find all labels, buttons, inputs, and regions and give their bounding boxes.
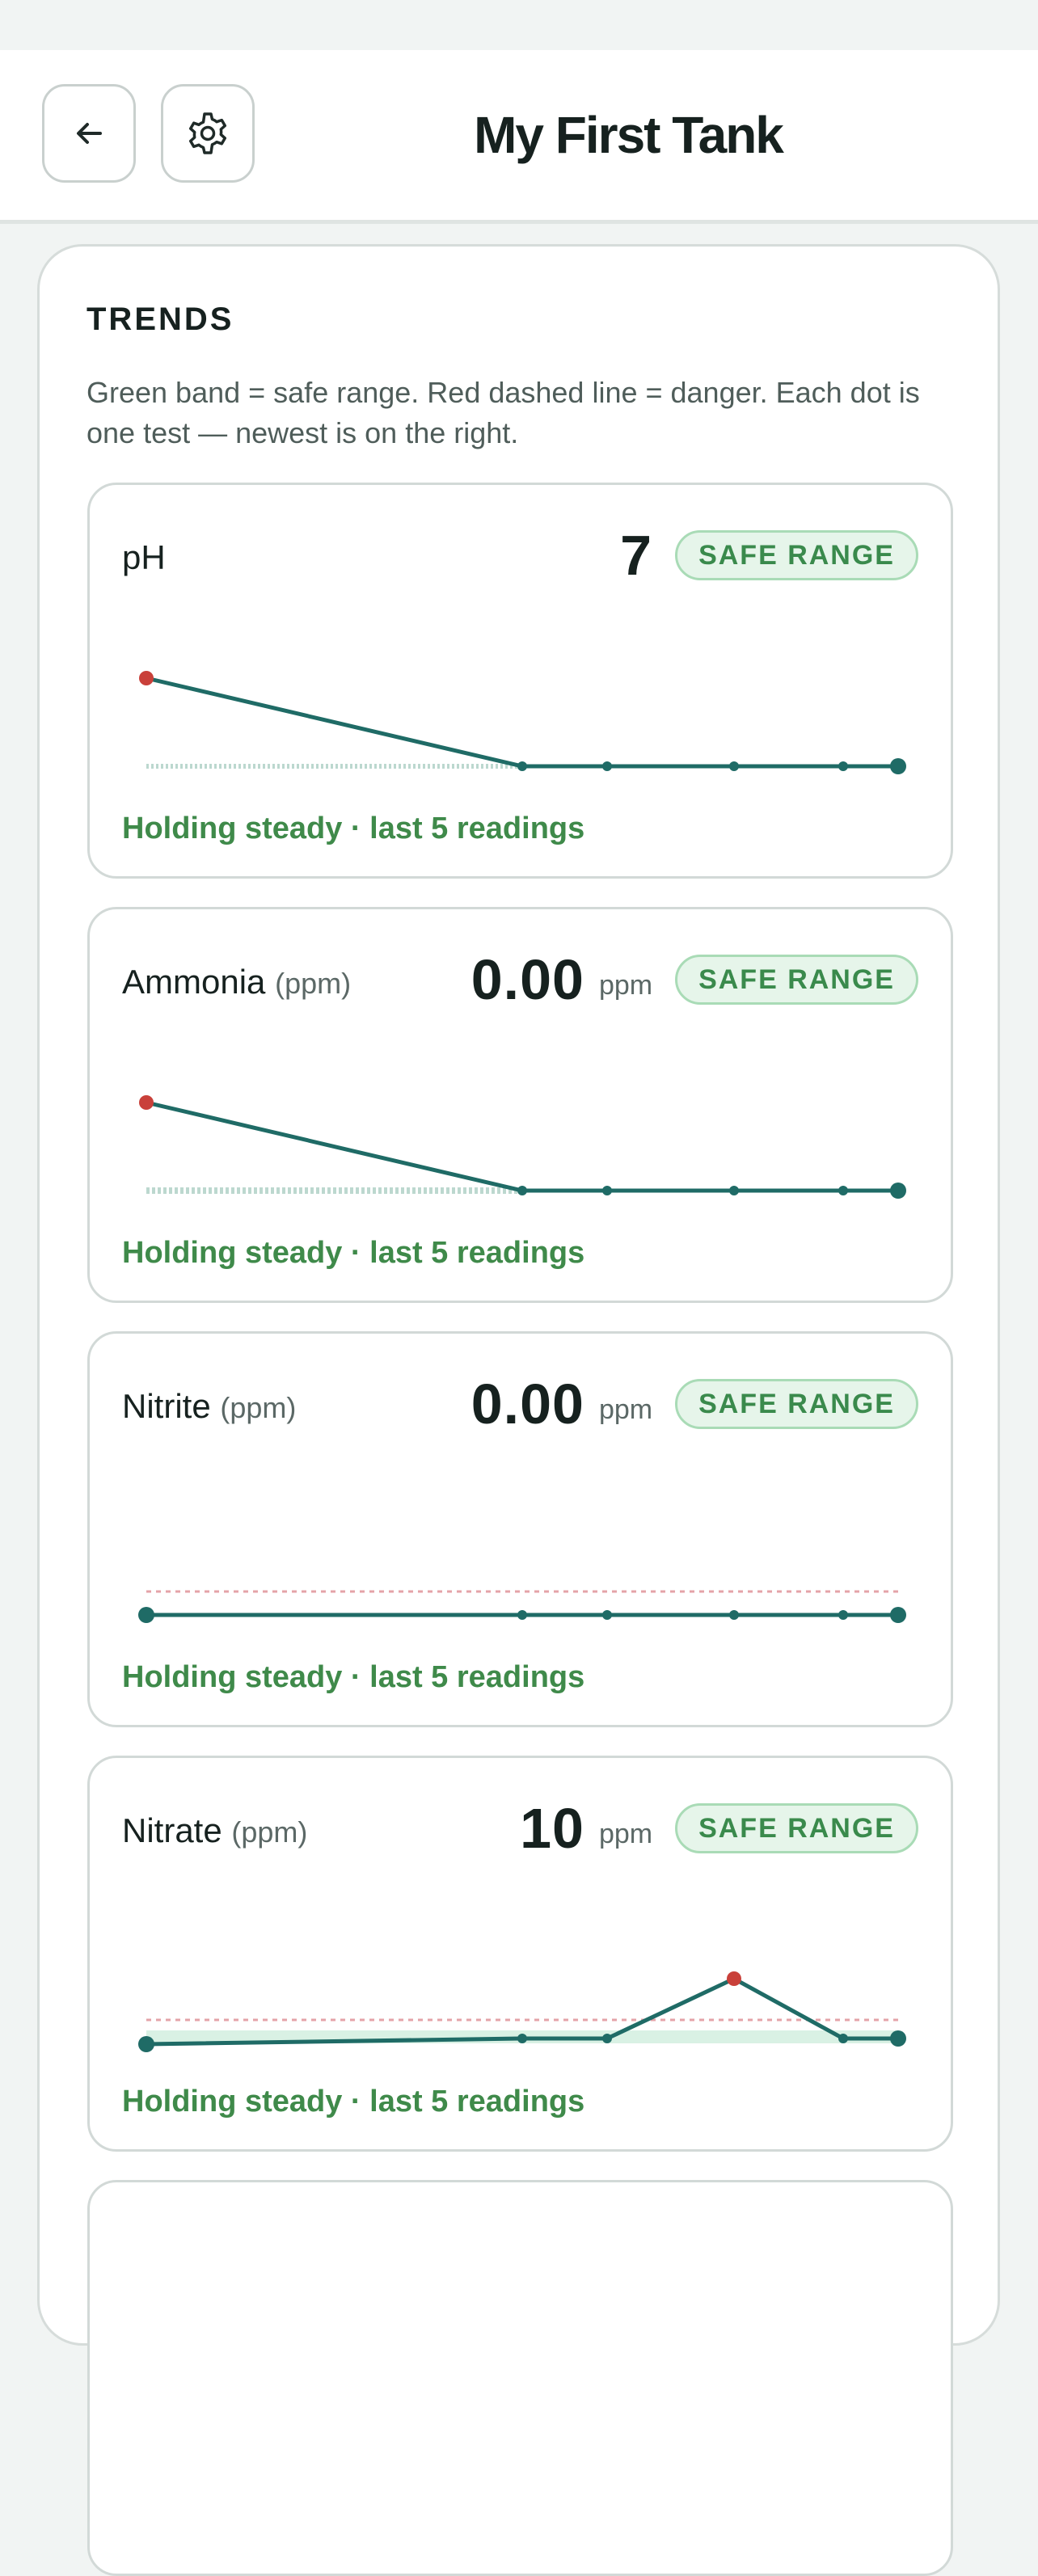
trend-status: Holding steady · last 5 readings xyxy=(122,1660,585,1694)
metric-name: Nitrite (ppm) xyxy=(122,1387,297,1425)
trends-heading: TRENDS xyxy=(86,301,234,337)
trends-card: TRENDS Green band = safe range. Red dash… xyxy=(37,244,1000,2576)
data-point xyxy=(729,1610,739,1620)
trends-description: Green band = safe range. Red dashed line… xyxy=(86,376,920,449)
metric-unit: ppm xyxy=(598,1393,653,1425)
trend-status: Holding steady · last 5 readings xyxy=(122,2085,585,2119)
metric-unit: ppm xyxy=(598,969,653,1001)
status-badge: SAFE RANGE xyxy=(675,530,918,580)
app-header: My First Tank xyxy=(0,50,1038,224)
data-point-danger xyxy=(139,671,154,685)
data-point xyxy=(602,1610,612,1620)
data-point-danger xyxy=(727,1971,741,1986)
trend-line xyxy=(146,676,898,769)
data-point xyxy=(838,2034,848,2043)
data-point xyxy=(729,1186,739,1195)
data-point-latest xyxy=(890,758,906,774)
trend-status: Holding steady · last 5 readings xyxy=(122,812,585,845)
metric-reading: 0.00 ppm SAFE RANGE xyxy=(471,1371,918,1437)
metric-name: Ammonia (ppm) xyxy=(122,963,352,1001)
data-point-latest xyxy=(890,2030,906,2047)
metric-value: 0.00 xyxy=(470,948,584,1011)
status-badge: SAFE RANGE xyxy=(675,955,918,1005)
trend-chart xyxy=(139,1095,906,1199)
data-point xyxy=(517,1610,527,1620)
data-point xyxy=(838,1186,848,1195)
status-badge: SAFE RANGE xyxy=(675,1803,918,1853)
data-point xyxy=(838,1610,848,1620)
metric-name: pH xyxy=(122,538,166,576)
data-point xyxy=(602,1186,612,1195)
trend-chart xyxy=(138,1590,906,1623)
metric-card-nitrate[interactable]: Nitrate (ppm) 10 ppm SAFE RANGE Holding … xyxy=(87,1756,953,2152)
data-point-latest xyxy=(890,1607,906,1623)
data-point-danger xyxy=(139,1095,154,1110)
metric-reading: 0.00 ppm SAFE RANGE xyxy=(471,947,918,1013)
data-point xyxy=(138,1607,154,1623)
metric-unit: ppm xyxy=(598,1818,653,1849)
data-point xyxy=(838,761,848,771)
metric-card-ammonia[interactable]: Ammonia (ppm) 0.00 ppm SAFE RANGE Holdin… xyxy=(87,907,953,1303)
metric-card-nitrite[interactable]: Nitrite (ppm) 0.00 ppm SAFE RANGE Holdin… xyxy=(87,1331,953,1727)
data-point xyxy=(517,761,527,771)
metric-name: Nitrate (ppm) xyxy=(122,1811,308,1849)
trend-chart xyxy=(138,1971,906,2052)
data-point xyxy=(517,2034,527,2043)
metric-value: 0.00 xyxy=(470,1372,584,1436)
data-point xyxy=(138,2036,154,2052)
metric-value: 7 xyxy=(620,524,653,587)
metric-reading: 10 ppm SAFE RANGE xyxy=(520,1795,918,1861)
metric-card-ph[interactable]: pH 7 SAFE RANGE Holding steady · last 5 … xyxy=(87,483,953,879)
status-badge: SAFE RANGE xyxy=(675,1379,918,1429)
data-point xyxy=(729,761,739,771)
metric-value: 10 xyxy=(520,1797,584,1860)
trend-status: Holding steady · last 5 readings xyxy=(122,1236,585,1270)
metric-card-partial[interactable] xyxy=(87,2180,953,2576)
metric-reading: 7 SAFE RANGE xyxy=(620,522,918,588)
data-point xyxy=(517,1186,527,1195)
trend-line xyxy=(146,1100,898,1193)
trend-chart xyxy=(139,671,906,774)
page-title: My First Tank xyxy=(474,106,784,164)
data-point xyxy=(602,2034,612,2043)
data-point-latest xyxy=(890,1183,906,1199)
data-point xyxy=(602,761,612,771)
